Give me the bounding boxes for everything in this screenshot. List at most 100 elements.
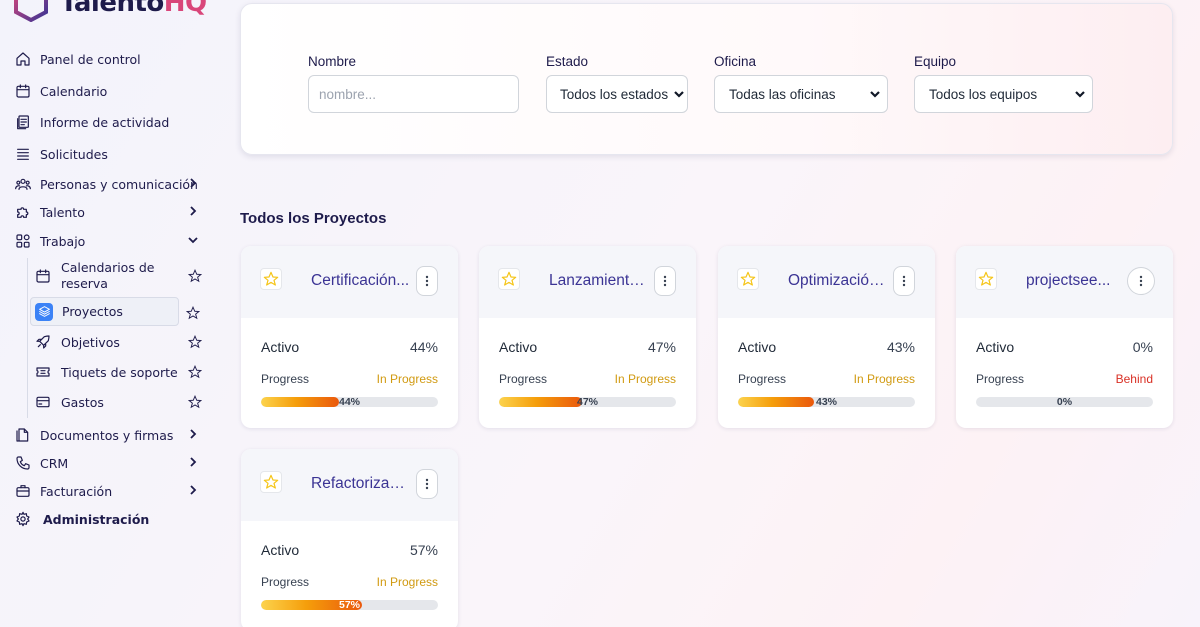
progress-status: In Progress: [614, 372, 676, 386]
project-name[interactable]: Lanzamiento...: [549, 272, 649, 290]
puzzle-icon: [14, 203, 32, 221]
favorite-star-icon[interactable]: [260, 471, 282, 493]
progress-label: Progress: [499, 372, 548, 386]
project-card[interactable]: Optimización... Activo 43% Progress In P…: [718, 246, 935, 428]
state-select-value: Todos los estados: [560, 86, 669, 102]
sidebar-subitem-label: Proyectos: [62, 304, 123, 319]
star-icon[interactable]: [187, 394, 203, 409]
calendar-icon: [14, 82, 32, 100]
star-icon[interactable]: [187, 334, 203, 349]
progress-bar: 43%: [738, 397, 915, 407]
logo[interactable]: TalentoHQ: [12, 0, 207, 22]
star-icon[interactable]: [185, 305, 201, 320]
section-title: Todos los Proyectos: [240, 210, 387, 227]
progress-status: In Progress: [853, 372, 915, 386]
chevron-down-icon: [1074, 88, 1086, 100]
sidebar-item-label: CRM: [40, 455, 69, 471]
chevron-right-icon: [186, 455, 200, 469]
sidebar-subitem-support-tickets[interactable]: Tiquets de soporte: [30, 360, 208, 384]
team-select-value: Todos los equipos: [929, 86, 1038, 102]
progress-label: Progress: [976, 372, 1025, 386]
sidebar-subitem-objectives[interactable]: Objetivos: [30, 330, 208, 354]
project-state: Activo: [976, 339, 1015, 355]
chevron-right-icon: [186, 204, 200, 218]
project-percent: 0%: [1132, 339, 1153, 355]
sidebar-subitem-expenses[interactable]: Gastos: [30, 390, 208, 414]
project-card[interactable]: Certificación... Activo 44% Progress In …: [241, 246, 458, 428]
office-select-value: Todas las oficinas: [729, 86, 836, 102]
chevron-down-icon: [673, 88, 685, 100]
name-filter: Nombre: [308, 54, 519, 113]
star-icon[interactable]: [187, 364, 203, 379]
sidebar-item-requests[interactable]: Solicitudes: [14, 142, 204, 166]
project-name[interactable]: projectsee...: [1026, 272, 1126, 290]
list-icon: [14, 145, 32, 163]
progress-bar: 57%: [261, 600, 438, 610]
people-icon: [14, 175, 32, 193]
project-percent: 47%: [647, 339, 676, 355]
sidebar-item-administration[interactable]: Administración: [14, 507, 204, 531]
favorite-star-icon[interactable]: [260, 268, 282, 290]
progress-status: In Progress: [376, 575, 438, 589]
team-filter: Equipo Todos los equipos: [914, 54, 1093, 113]
project-state: Activo: [738, 339, 777, 355]
more-options-icon[interactable]: [1127, 267, 1155, 295]
sidebar-item-work[interactable]: Trabajo: [14, 229, 204, 253]
progress-bar: 47%: [499, 397, 676, 407]
office-select[interactable]: Todas las oficinas: [714, 75, 888, 113]
project-card[interactable]: projectsee... Activo 0% Progress Behind …: [956, 246, 1173, 428]
sidebar-item-calendar[interactable]: Calendario: [14, 79, 204, 103]
progress-bar: 44%: [261, 397, 438, 407]
project-card-header: Lanzamiento...: [479, 246, 696, 318]
more-options-icon[interactable]: [654, 266, 676, 296]
sidebar-item-billing[interactable]: Facturación: [14, 479, 204, 503]
favorite-star-icon[interactable]: [975, 268, 997, 290]
sidebar-item-people[interactable]: Personas y comunicación: [14, 172, 204, 196]
sidebar-item-talent[interactable]: Talento: [14, 200, 204, 224]
project-card[interactable]: Lanzamiento... Activo 47% Progress In Pr…: [479, 246, 696, 428]
gear-icon: [14, 510, 32, 528]
project-card-header: Optimización...: [718, 246, 935, 318]
sidebar-subitem-booking-calendars[interactable]: Calendarios de reserva: [30, 260, 208, 292]
more-options-icon[interactable]: [893, 266, 915, 296]
office-filter: Oficina Todas las oficinas: [714, 54, 888, 113]
project-name[interactable]: Refactorizaci...: [311, 475, 411, 493]
team-select[interactable]: Todos los equipos: [914, 75, 1093, 113]
chevron-right-icon: [186, 427, 200, 441]
sidebar-item-label: Trabajo: [40, 233, 86, 249]
card-icon: [34, 393, 52, 411]
team-filter-label: Equipo: [914, 54, 957, 69]
sidebar-item-crm[interactable]: CRM: [14, 451, 204, 475]
favorite-star-icon[interactable]: [737, 268, 759, 290]
sidebar-item-documents[interactable]: Documentos y firmas: [14, 423, 204, 447]
sidebar-item-label: Informe de actividad: [40, 114, 170, 130]
sidebar-item-dashboard[interactable]: Panel de control: [14, 47, 204, 71]
project-card-header: Refactorizaci...: [241, 449, 458, 521]
chevron-down-icon: [869, 88, 881, 100]
briefcase-icon: [14, 482, 32, 500]
phone-icon: [14, 454, 32, 472]
grid-icon: [14, 232, 32, 250]
rocket-icon: [34, 333, 52, 351]
progress-status: In Progress: [376, 372, 438, 386]
state-filter: Estado Todos los estados: [546, 54, 688, 113]
progress-status: Behind: [1115, 372, 1153, 386]
sidebar-subitem-label: Calendarios de reserva: [61, 260, 155, 291]
sidebar-subitem-projects[interactable]: Proyectos: [30, 297, 179, 326]
project-name[interactable]: Certificación...: [311, 272, 411, 290]
sidebar-subitem-label: Tiquets de soporte: [61, 364, 178, 380]
sidebar-subitem-label: Objetivos: [61, 334, 120, 350]
favorite-star-icon[interactable]: [498, 268, 520, 290]
sidebar-item-activity-report[interactable]: Informe de actividad: [14, 110, 204, 134]
project-name[interactable]: Optimización...: [788, 272, 888, 290]
state-select[interactable]: Todos los estados: [546, 75, 688, 113]
name-search-input[interactable]: [308, 75, 519, 113]
sidebar-item-label: Facturación: [40, 483, 113, 499]
home-icon: [14, 50, 32, 68]
project-card[interactable]: Refactorizaci... Activo 57% Progress In …: [241, 449, 458, 627]
star-icon[interactable]: [187, 268, 203, 283]
brand-name: TalentoHQ: [60, 0, 207, 18]
more-options-icon[interactable]: [416, 266, 438, 296]
more-options-icon[interactable]: [416, 469, 438, 499]
progress-bar-text: 47%: [576, 397, 598, 407]
